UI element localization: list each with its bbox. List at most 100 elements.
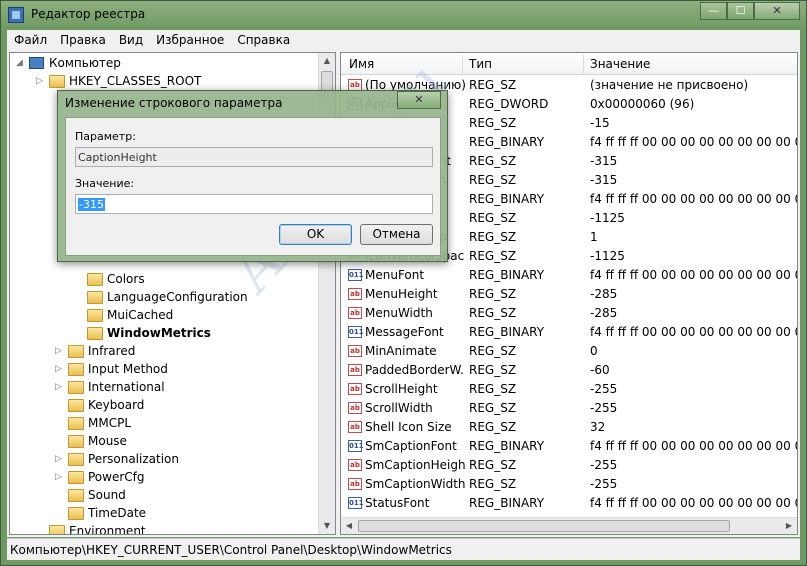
- column-name[interactable]: Имя: [349, 57, 374, 71]
- tree-item-label: Keyboard: [88, 398, 145, 412]
- tree-item-label: Infrared: [88, 344, 136, 358]
- scroll-left-icon[interactable]: ◀: [341, 518, 357, 534]
- tree-item-label: WindowMetrics: [107, 326, 211, 340]
- table-row[interactable]: ab PaddedBorderW... REG_SZ -60: [341, 361, 797, 380]
- values-horizontal-scrollbar[interactable]: ◀ ▶: [341, 517, 797, 534]
- expand-arrow-icon[interactable]: ▷: [36, 76, 46, 86]
- value-type: REG_SZ: [469, 230, 517, 244]
- folder-icon: [68, 417, 84, 430]
- close-button[interactable]: ✕: [754, 2, 800, 20]
- string-value-icon: ab: [348, 345, 362, 357]
- string-value-icon: ab: [348, 364, 362, 376]
- table-row[interactable]: 011 MenuFont REG_BINARY f4 ff ff ff 00 00 0…: [341, 266, 797, 285]
- value-type: REG_SZ: [469, 382, 517, 396]
- string-value-icon: ab: [348, 478, 362, 490]
- value-type: REG_DWORD: [469, 97, 549, 111]
- collapse-arrow-icon[interactable]: ◢: [16, 58, 26, 68]
- scroll-up-icon[interactable]: ▲: [319, 53, 335, 69]
- value-type: REG_SZ: [469, 116, 517, 130]
- value-data: 0x00000060 (96): [590, 97, 695, 111]
- folder-icon: [49, 525, 65, 534]
- string-value-icon: ab: [348, 383, 362, 395]
- expand-arrow-icon[interactable]: ▷: [55, 346, 65, 356]
- table-row[interactable]: 011 SmCaptionFont REG_BINARY f4 ff ff ff 00…: [341, 437, 797, 456]
- scroll-thumb[interactable]: [358, 520, 730, 532]
- value-name: SmCaptionFont: [365, 439, 457, 453]
- cancel-button[interactable]: Отмена: [360, 224, 433, 245]
- value-type: REG_SZ: [469, 249, 517, 263]
- value-data: -285: [590, 306, 618, 320]
- expand-arrow-icon[interactable]: ▷: [55, 472, 65, 482]
- value-data: -255: [590, 382, 618, 396]
- expand-arrow-icon[interactable]: ▷: [55, 454, 65, 464]
- list-header: Имя Тип Значение: [341, 53, 797, 75]
- value-data: -60: [590, 363, 610, 377]
- column-type[interactable]: Тип: [469, 57, 492, 71]
- table-row[interactable]: ab Shell Icon Size REG_SZ 32: [341, 418, 797, 437]
- tree-item-label: Colors: [107, 272, 145, 286]
- value-name: Shell Icon Size: [365, 420, 452, 434]
- param-label: Параметр:: [75, 130, 136, 143]
- table-row[interactable]: ab ScrollHeight REG_SZ -255: [341, 380, 797, 399]
- value-name: MenuFont: [365, 268, 425, 282]
- status-bar: Компьютер\HKEY_CURRENT_USER\Control Pane…: [7, 538, 800, 560]
- menu-edit[interactable]: Правка: [53, 30, 112, 47]
- tree-item-label: Input Method: [88, 362, 168, 376]
- title-bar[interactable]: Редактор реестра — ☐ ✕: [1, 1, 806, 29]
- table-row[interactable]: ab SmCaptionWidth REG_SZ -255: [341, 475, 797, 494]
- dialog-close-button[interactable]: ✕: [397, 91, 441, 109]
- value-type: REG_BINARY: [469, 192, 545, 206]
- tree-item-label: International: [88, 380, 165, 394]
- table-row[interactable]: 011 StatusFont REG_BINARY f4 ff ff ff 00 00…: [341, 494, 797, 513]
- table-row[interactable]: ab MenuHeight REG_SZ -285: [341, 285, 797, 304]
- value-type: REG_SZ: [469, 477, 517, 491]
- scroll-down-icon[interactable]: ▼: [319, 518, 335, 534]
- scroll-right-icon[interactable]: ▶: [781, 518, 797, 534]
- string-value-icon: ab: [348, 459, 362, 471]
- value-type: REG_SZ: [469, 401, 517, 415]
- expand-arrow-icon[interactable]: ▷: [55, 382, 65, 392]
- maximize-button[interactable]: ☐: [727, 2, 754, 20]
- binary-value-icon: 011: [348, 326, 364, 338]
- value-data: f4 ff ff ff 00 00 00 00 00 00 00 00 00 0…: [590, 325, 797, 339]
- ok-button[interactable]: OK: [279, 224, 352, 245]
- table-row[interactable]: ab MenuWidth REG_SZ -285: [341, 304, 797, 323]
- value-type: REG_SZ: [469, 287, 517, 301]
- menu-bar: Файл Правка Вид Избранное Справка: [7, 30, 800, 50]
- folder-icon: [68, 489, 84, 502]
- value-name: MinAnimate: [365, 344, 437, 358]
- table-row[interactable]: ab MinAnimate REG_SZ 0: [341, 342, 797, 361]
- column-data[interactable]: Значение: [590, 57, 650, 71]
- edit-string-dialog: Изменение строкового параметра ✕ Парамет…: [57, 90, 448, 262]
- table-row[interactable]: 011 MessageFont REG_BINARY f4 ff ff ff 00 0…: [341, 323, 797, 342]
- expand-arrow-icon[interactable]: ▷: [55, 364, 65, 374]
- tree-item-label: MuiCached: [107, 308, 174, 322]
- value-data: 0: [590, 344, 598, 358]
- value-data: 1: [590, 230, 598, 244]
- value-data: -315: [590, 173, 618, 187]
- value-name: MessageFont: [365, 325, 444, 339]
- menu-favorites[interactable]: Избранное: [149, 30, 230, 47]
- minimize-button[interactable]: —: [700, 2, 727, 20]
- value-input[interactable]: -315: [75, 194, 433, 214]
- value-name: StatusFont: [365, 496, 430, 510]
- tree-item-label: Sound: [88, 488, 126, 502]
- value-type: REG_BINARY: [469, 135, 545, 149]
- menu-help[interactable]: Справка: [230, 30, 296, 47]
- registry-editor-window: Редактор реестра — ☐ ✕ Файл Правка Вид Избр…: [0, 0, 807, 566]
- regedit-icon: [8, 7, 24, 23]
- table-row[interactable]: ab ScrollWidth REG_SZ -255: [341, 399, 797, 418]
- value-type: REG_SZ: [469, 211, 517, 225]
- dialog-body: Параметр: CaptionHeight Значение: -315 O…: [65, 117, 441, 256]
- menu-view[interactable]: Вид: [112, 30, 149, 47]
- menu-file[interactable]: Файл: [7, 30, 53, 47]
- value-data: -1125: [590, 249, 625, 263]
- value-name: SmCaptionWidth: [365, 477, 465, 491]
- value-data: -15: [590, 116, 610, 130]
- value-data: -255: [590, 477, 618, 491]
- binary-value-icon: 011: [348, 497, 364, 509]
- table-row[interactable]: ab SmCaptionHeight REG_SZ -255: [341, 456, 797, 475]
- folder-icon: [68, 453, 84, 466]
- folder-icon: [49, 75, 65, 88]
- folder-icon: [68, 345, 84, 358]
